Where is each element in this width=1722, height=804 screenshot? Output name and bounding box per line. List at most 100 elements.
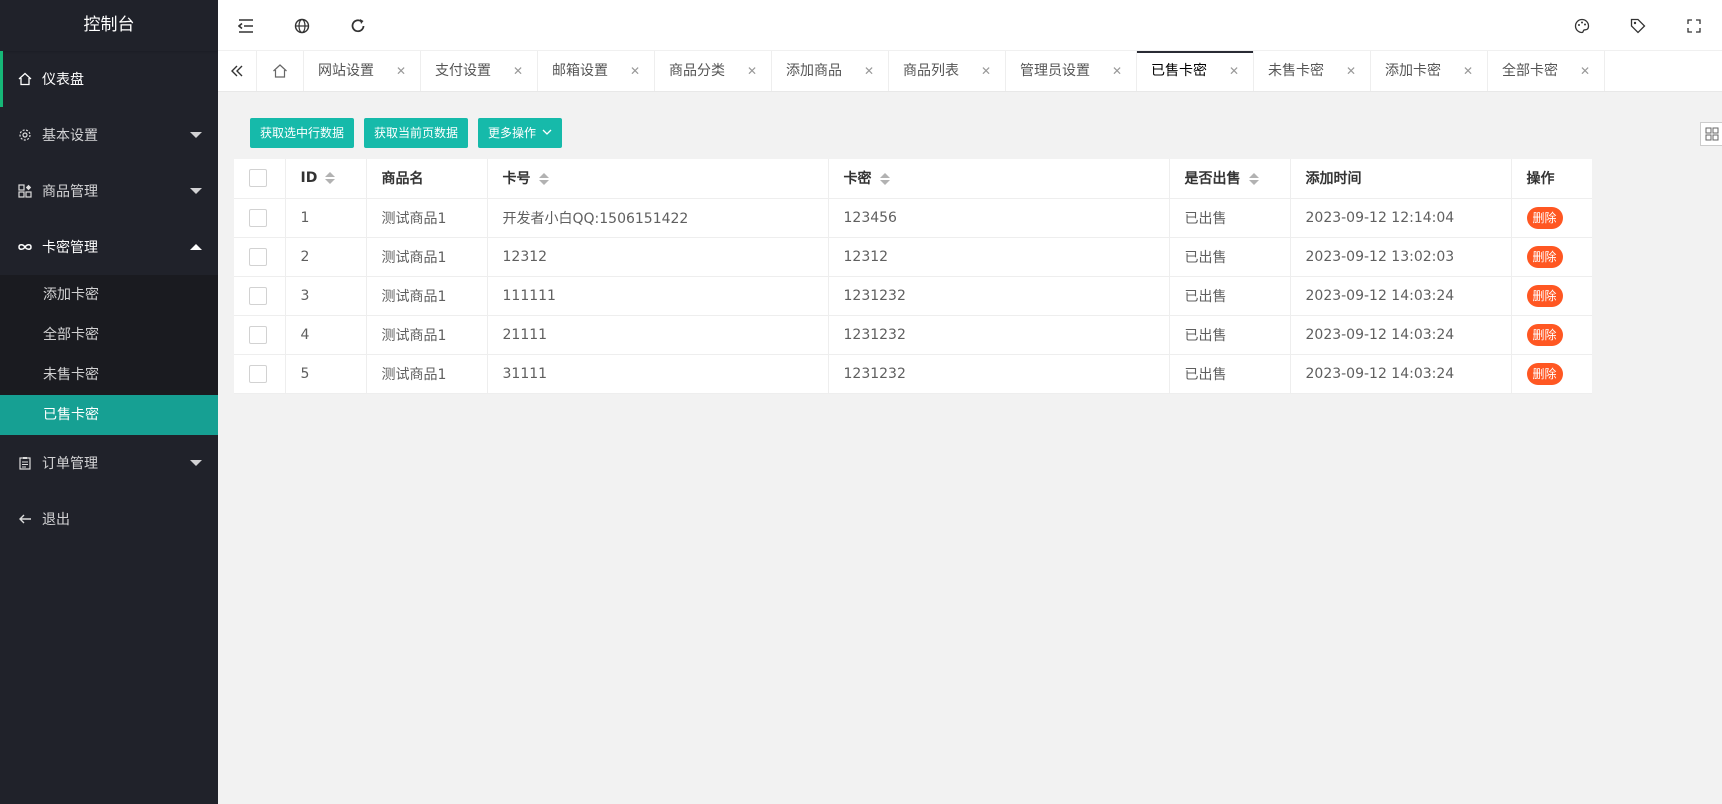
tab-site-settings[interactable]: 网站设置 ✕ (304, 51, 421, 91)
close-icon[interactable]: ✕ (1580, 51, 1590, 91)
sidebar-item-logout[interactable]: 退出 (0, 491, 218, 547)
cell-action: 删除 (1511, 198, 1592, 238)
sidebar-item-product-management[interactable]: 商品管理 (0, 163, 218, 219)
close-icon[interactable]: ✕ (864, 51, 874, 91)
menu-fold-button[interactable] (218, 0, 274, 51)
row-checkbox[interactable] (249, 208, 267, 227)
cell-sold: 已出售 (1169, 315, 1291, 355)
close-icon[interactable]: ✕ (1229, 51, 1239, 91)
tab-label: 邮箱设置 (552, 63, 608, 79)
cell-action: 删除 (1511, 315, 1592, 355)
submenu-item-unsold-cards[interactable]: 未售卡密 (0, 355, 218, 395)
column-header-sold[interactable]: 是否出售 (1169, 159, 1291, 199)
globe-button[interactable] (274, 0, 330, 51)
tab-add-card[interactable]: 添加卡密 ✕ (1371, 51, 1488, 91)
sidebar-item-basic-settings[interactable]: 基本设置 (0, 107, 218, 163)
cell-id: 5 (285, 354, 367, 394)
cell-card-no: 31111 (487, 354, 829, 394)
fullscreen-button[interactable] (1666, 0, 1722, 51)
gear-icon (18, 128, 32, 142)
sidebar-item-label: 订单管理 (42, 456, 98, 472)
chevron-down-icon (542, 118, 552, 148)
sidebar-item-order-management[interactable]: 订单管理 (0, 435, 218, 491)
submenu-item-sold-cards[interactable]: 已售卡密 (0, 395, 218, 435)
more-actions-label: 更多操作 (488, 126, 537, 140)
tab-email-settings[interactable]: 邮箱设置 ✕ (538, 51, 655, 91)
tab-product-category[interactable]: 商品分类 ✕ (655, 51, 772, 91)
close-icon[interactable]: ✕ (1463, 51, 1473, 91)
tab-payment-settings[interactable]: 支付设置 ✕ (421, 51, 538, 91)
card-submenu: 添加卡密 全部卡密 未售卡密 已售卡密 (0, 275, 218, 435)
header-label: 操作 (1526, 171, 1555, 188)
sidebar-item-label: 基本设置 (42, 128, 98, 144)
delete-button[interactable]: 删除 (1526, 245, 1563, 268)
main-content: 获取选中行数据 获取当前页数据 更多操作 ID 商品名 卡号 卡密 是否出售 添… (234, 108, 1722, 804)
delete-button[interactable]: 删除 (1526, 362, 1563, 385)
chevron-down-icon (190, 188, 202, 194)
cell-card-no: 111111 (487, 276, 829, 316)
tab-home[interactable] (257, 51, 304, 91)
tab-label: 已售卡密 (1151, 63, 1207, 79)
row-checkbox[interactable] (249, 247, 267, 266)
tab-all-cards[interactable]: 全部卡密 ✕ (1488, 51, 1605, 91)
column-header-card-secret[interactable]: 卡密 (828, 159, 1170, 199)
theme-button[interactable] (1554, 0, 1610, 51)
select-all-checkbox[interactable] (249, 169, 267, 188)
row-select-cell (234, 237, 286, 277)
close-icon[interactable]: ✕ (396, 51, 406, 91)
sidebar-item-dashboard[interactable]: 仪表盘 (0, 51, 218, 107)
sold-cards-table: ID 商品名 卡号 卡密 是否出售 添加时间 操作 1 测试商品1 开发者小白Q… (234, 159, 1592, 394)
column-header-card-no[interactable]: 卡号 (487, 159, 829, 199)
sort-icon[interactable] (325, 172, 336, 185)
more-actions-button[interactable]: 更多操作 (478, 118, 563, 148)
delete-button[interactable]: 删除 (1526, 284, 1563, 307)
row-select-cell (234, 354, 286, 394)
delete-button[interactable]: 删除 (1526, 206, 1563, 229)
sort-icon[interactable] (1248, 173, 1259, 186)
cell-id: 1 (285, 198, 367, 238)
tab-add-product[interactable]: 添加商品 ✕ (772, 51, 889, 91)
cell-sold: 已出售 (1169, 276, 1291, 316)
row-checkbox[interactable] (249, 325, 267, 344)
tag-button[interactable] (1610, 0, 1666, 51)
tab-admin-settings[interactable]: 管理员设置 ✕ (1006, 51, 1137, 91)
get-current-page-button[interactable]: 获取当前页数据 (364, 118, 469, 148)
close-icon[interactable]: ✕ (981, 51, 991, 91)
column-header-id[interactable]: ID (285, 159, 367, 199)
column-toggle-button[interactable] (1700, 122, 1722, 146)
cell-card-no: 21111 (487, 315, 829, 355)
tab-unsold-cards[interactable]: 未售卡密 ✕ (1254, 51, 1371, 91)
columns-icon (1705, 127, 1718, 141)
submenu-item-all-cards[interactable]: 全部卡密 (0, 315, 218, 355)
tab-product-list[interactable]: 商品列表 ✕ (889, 51, 1006, 91)
sidebar-logo-title[interactable]: 控制台 (0, 0, 218, 51)
tabs-scroll-left-button[interactable] (218, 51, 257, 91)
sort-icon[interactable] (538, 173, 549, 186)
cell-product: 测试商品1 (366, 276, 488, 316)
close-icon[interactable]: ✕ (1346, 51, 1356, 91)
refresh-button[interactable] (330, 0, 386, 51)
table-row: 5 测试商品1 31111 1231232 已出售 2023-09-12 14:… (234, 354, 1592, 394)
submenu-item-add-card[interactable]: 添加卡密 (0, 275, 218, 315)
close-icon[interactable]: ✕ (747, 51, 757, 91)
row-checkbox[interactable] (249, 364, 267, 383)
close-icon[interactable]: ✕ (513, 51, 523, 91)
tabs-bar: 网站设置 ✕ 支付设置 ✕ 邮箱设置 ✕ 商品分类 ✕ 添加商品 ✕ 商品列表 ✕ 管理员设… (218, 51, 1722, 92)
delete-button[interactable]: 删除 (1526, 323, 1563, 346)
get-selected-rows-button[interactable]: 获取选中行数据 (250, 118, 355, 148)
tab-label: 添加商品 (786, 63, 842, 79)
header-label: 是否出售 (1184, 171, 1241, 188)
tab-label: 商品分类 (669, 63, 725, 79)
cell-id: 2 (285, 237, 367, 277)
home-icon (18, 72, 32, 86)
close-icon[interactable]: ✕ (1112, 51, 1122, 91)
cell-action: 删除 (1511, 237, 1592, 277)
row-checkbox[interactable] (249, 286, 267, 305)
tab-sold-cards[interactable]: 已售卡密 ✕ (1137, 51, 1254, 91)
close-icon[interactable]: ✕ (630, 51, 640, 91)
row-select-cell (234, 198, 286, 238)
sidebar-item-card-management[interactable]: 卡密管理 (0, 219, 218, 275)
cell-added-time: 2023-09-12 13:02:03 (1290, 237, 1512, 277)
sort-icon[interactable] (879, 173, 890, 186)
row-select-cell (234, 276, 286, 316)
